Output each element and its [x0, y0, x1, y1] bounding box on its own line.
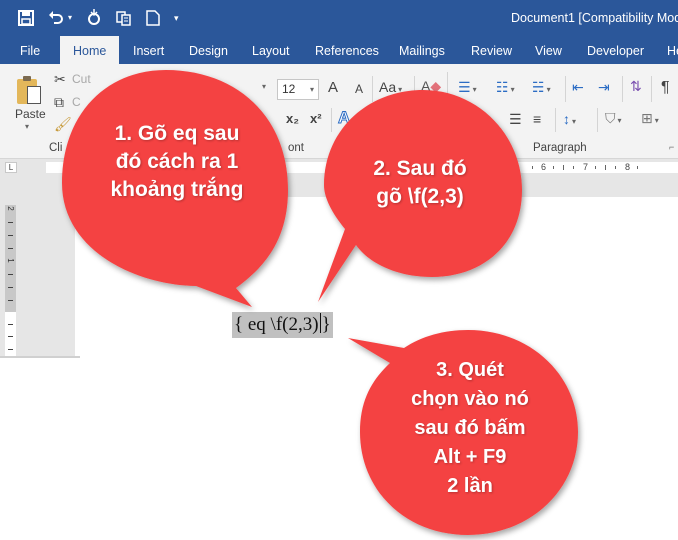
- tab-file[interactable]: File: [20, 36, 40, 64]
- save-icon[interactable]: [18, 10, 34, 26]
- callout-2-text: 2. Sau đó gõ \f(2,3): [373, 157, 467, 208]
- title-bar: ▾ ▾ Document1 [Compatibility Mod: [0, 0, 678, 36]
- callout-3-text: 3. Quét chọn vào nó sau đó bấm Alt + F9 …: [411, 359, 529, 497]
- field-code-selection[interactable]: { eq \f(2,3)}: [232, 312, 333, 338]
- font-size-field[interactable]: 12 ▾: [277, 79, 319, 100]
- ruler-number: 6: [541, 162, 547, 172]
- line-spacing-icon[interactable]: ↕ ▾: [563, 111, 576, 130]
- customize-qat-icon[interactable]: ▾: [174, 6, 179, 30]
- ruler-number: 7: [583, 162, 589, 172]
- font-size-dropdown-icon[interactable]: ▾: [310, 80, 314, 99]
- copy-icon[interactable]: ⧉: [54, 94, 64, 110]
- tab-view[interactable]: View: [535, 36, 562, 64]
- tab-help[interactable]: He: [667, 36, 678, 64]
- paste-button[interactable]: Paste: [15, 107, 46, 121]
- tab-insert[interactable]: Insert: [133, 36, 164, 64]
- change-case-button[interactable]: Aa ▾: [379, 79, 402, 95]
- text-effects-icon[interactable]: A: [337, 108, 350, 128]
- vruler-number: 1: [6, 258, 15, 263]
- ribbon-tabs: File Home Insert Design Layout Reference…: [0, 36, 678, 64]
- paste-dropdown-icon[interactable]: ▾: [25, 122, 29, 131]
- borders-icon[interactable]: ⊞ ▾: [641, 110, 659, 129]
- tab-mailings[interactable]: Mailings: [399, 36, 445, 64]
- text-cursor: [319, 313, 321, 333]
- field-code-text: { eq \f(2,3): [234, 314, 319, 335]
- sort-icon[interactable]: ⇅: [630, 78, 642, 94]
- clipboard-group-label: Cli: [49, 142, 63, 154]
- quick-access-toolbar: ▾ ▾: [18, 6, 179, 30]
- cut-icon[interactable]: ✂: [54, 71, 66, 87]
- decrease-indent-icon[interactable]: ⇤: [572, 79, 584, 95]
- paragraph-dialog-launcher-icon[interactable]: ⌐: [669, 142, 674, 152]
- tab-selector-icon[interactable]: L: [5, 162, 17, 173]
- format-painter-icon[interactable]: 🖌: [54, 116, 72, 132]
- superscript-button[interactable]: x²: [310, 111, 322, 126]
- paste-icon[interactable]: [17, 76, 45, 106]
- field-code-close-brace: }: [321, 314, 331, 335]
- bullets-icon[interactable]: ☰ ▾: [458, 79, 477, 98]
- undo-dropdown-icon[interactable]: ▾: [68, 6, 72, 30]
- subscript-button[interactable]: x₂: [286, 111, 299, 126]
- increase-indent-icon[interactable]: ⇥: [598, 79, 610, 95]
- font-name-dropdown-icon[interactable]: ▾: [262, 82, 266, 91]
- tab-home[interactable]: Home: [60, 36, 120, 64]
- cut-button[interactable]: Cut: [72, 72, 91, 86]
- tab-review[interactable]: Review: [471, 36, 512, 64]
- undo-icon[interactable]: [48, 10, 64, 26]
- document-page[interactable]: [75, 197, 678, 540]
- new-document-icon[interactable]: [146, 10, 160, 26]
- shading-icon[interactable]: ⛉ ▾: [605, 110, 622, 129]
- paste-special-icon[interactable]: [116, 10, 132, 26]
- font-size-value: 12: [282, 82, 296, 96]
- paragraph-group-label: Paragraph: [533, 142, 587, 154]
- tab-references[interactable]: References: [315, 36, 379, 64]
- callout-1-text: 1. Gõ eq sau đó cách ra 1 khoảng trắng: [110, 122, 244, 201]
- redo-icon[interactable]: [86, 9, 102, 27]
- copy-button[interactable]: C: [72, 95, 81, 109]
- tab-design[interactable]: Design: [189, 36, 228, 64]
- multilevel-list-icon[interactable]: ☵ ▾: [532, 79, 551, 98]
- document-title: Document1 [Compatibility Mod: [511, 11, 678, 25]
- clear-formatting-icon[interactable]: A◆: [421, 78, 441, 95]
- show-formatting-button[interactable]: ¶: [661, 79, 670, 97]
- tab-layout[interactable]: Layout: [252, 36, 290, 64]
- tab-developer[interactable]: Developer: [587, 36, 644, 64]
- shrink-font-button[interactable]: A: [355, 82, 363, 96]
- ruler-number: 8: [625, 162, 631, 172]
- numbering-icon[interactable]: ☷ ▾: [496, 79, 515, 98]
- align-right-icon[interactable]: ☰: [509, 111, 522, 127]
- font-group-label: ont: [288, 142, 304, 154]
- vruler-number: 2: [6, 206, 15, 211]
- grow-font-button[interactable]: A: [328, 79, 338, 96]
- justify-icon[interactable]: ≡: [533, 111, 541, 127]
